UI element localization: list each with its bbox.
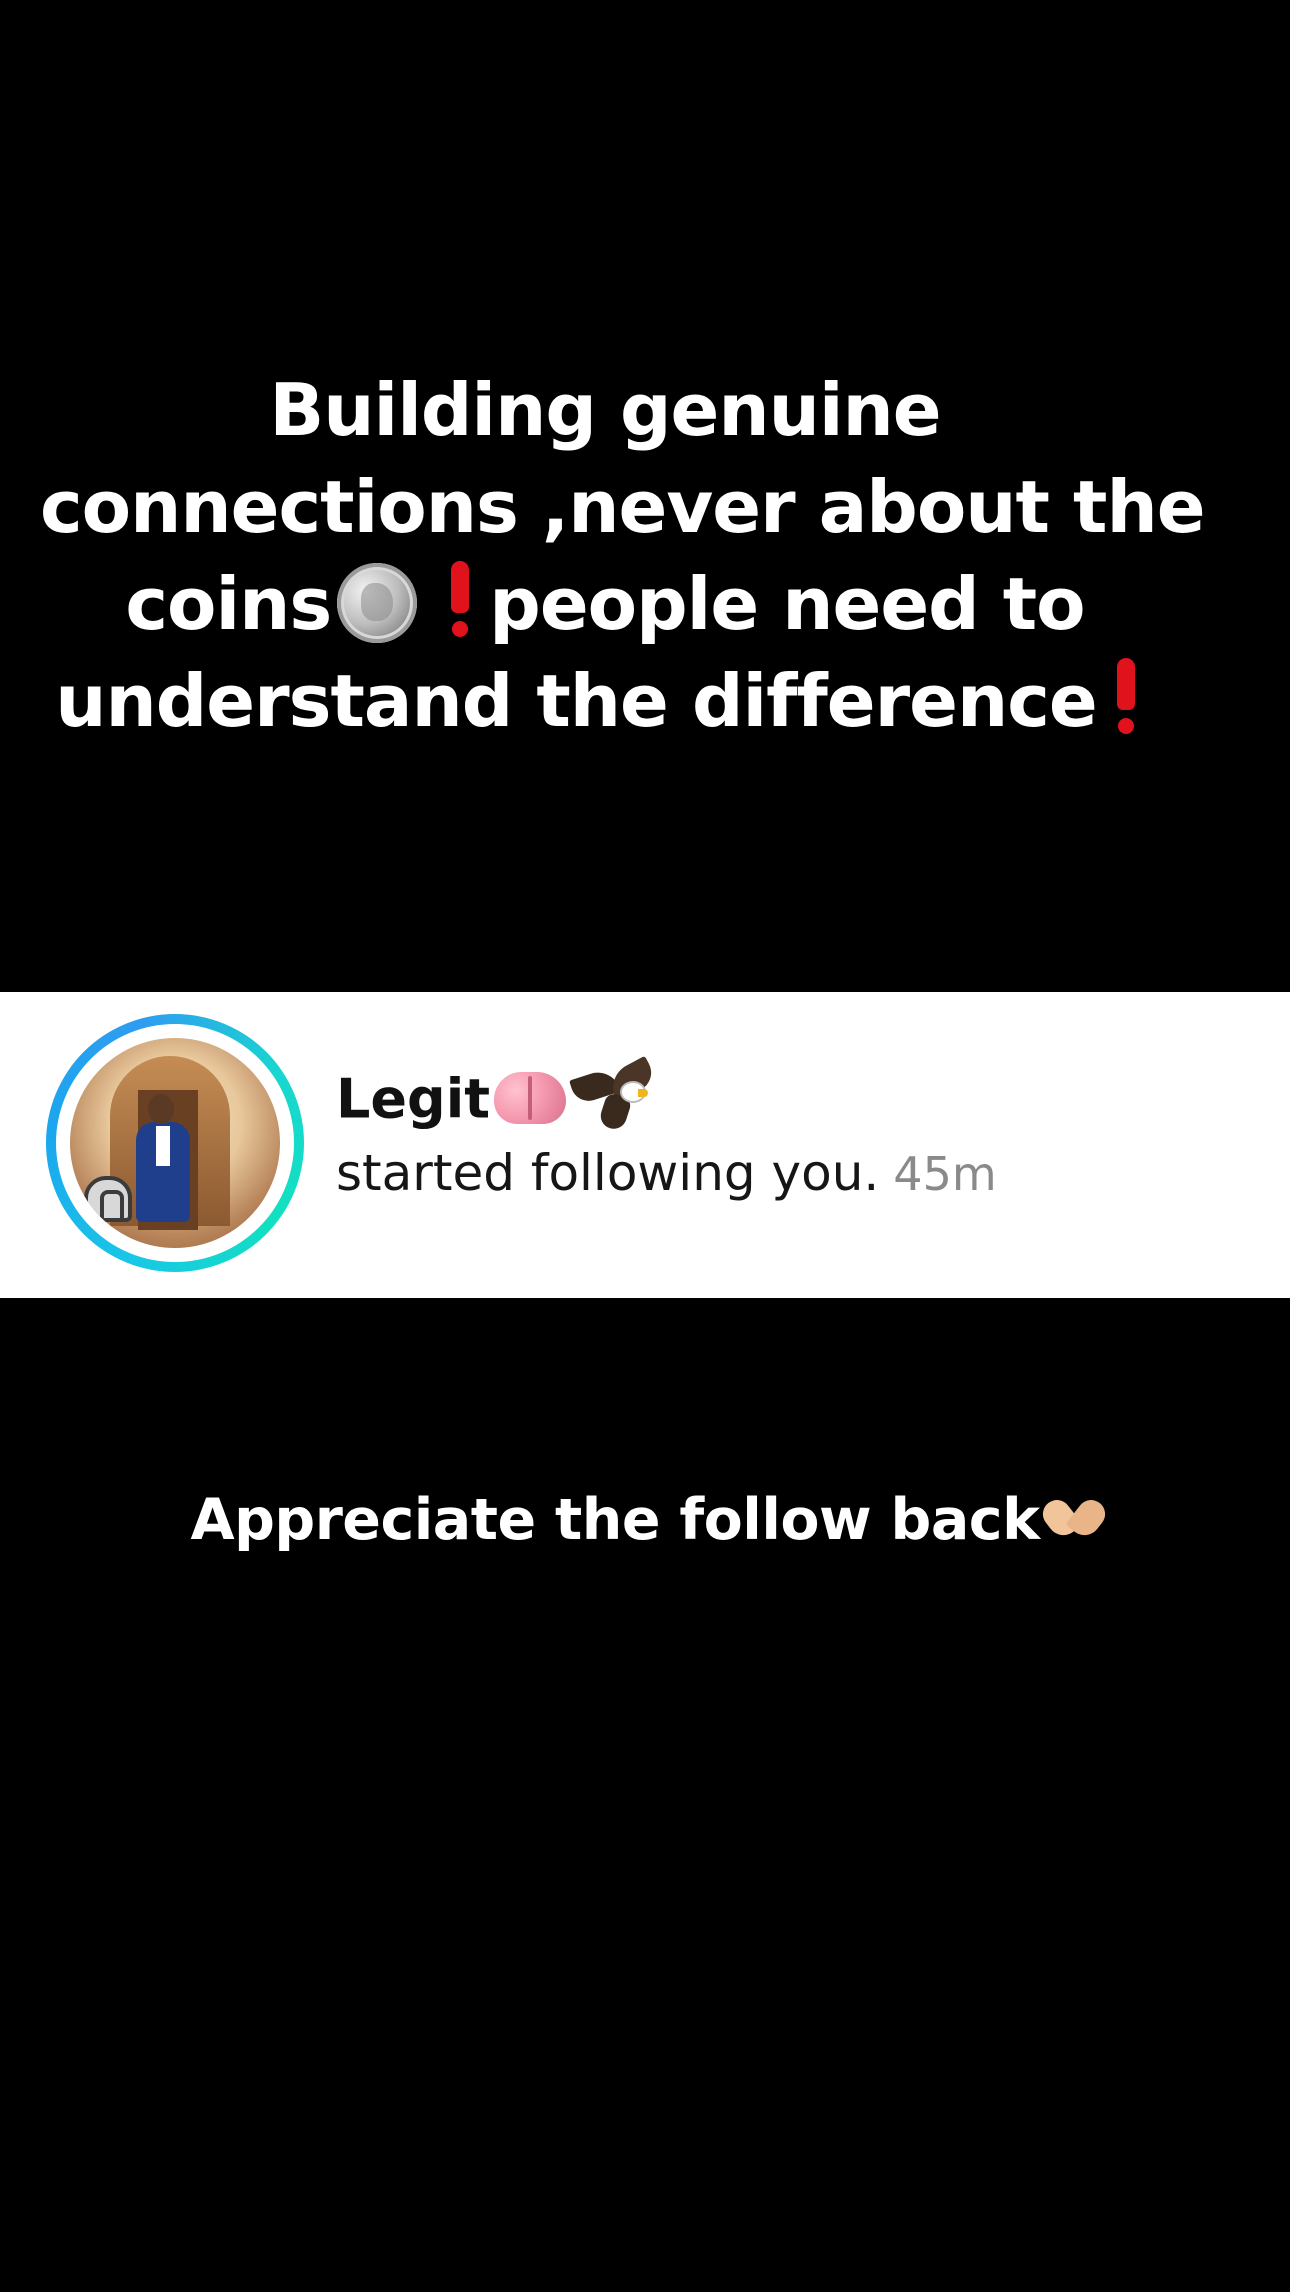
headline-line-2: connections ,never about the: [40, 465, 1206, 549]
headline-line-3-start: coins: [125, 562, 332, 646]
username-text[interactable]: Legit: [336, 1067, 490, 1130]
headline-line-3: coins people need to: [40, 556, 1170, 653]
red-exclamation-icon: [449, 561, 471, 639]
headline-line-3-end: people need to: [489, 562, 1085, 646]
avatar-photo-shirt: [156, 1126, 170, 1166]
avatar-story-ring[interactable]: [46, 1014, 304, 1272]
red-exclamation-icon: [1115, 658, 1137, 736]
overlay-caption: Appreciate the follow back: [0, 1478, 1290, 1562]
headline-line-1: Building genuine: [269, 368, 941, 452]
overlay-headline: Building genuine connections ,never abou…: [40, 362, 1206, 750]
notification-action-text: started following you.: [336, 1144, 880, 1202]
silver-coin-icon: [337, 563, 418, 643]
brain-icon: [492, 1068, 568, 1130]
headline-line-4: understand the difference: [40, 653, 1170, 750]
avatar-photo-head: [148, 1094, 174, 1124]
notification-timestamp: 45m: [893, 1147, 997, 1201]
eagle-icon: [569, 1056, 658, 1135]
avatar[interactable]: [70, 1038, 280, 1248]
caption-text: Appreciate the follow back: [190, 1487, 1040, 1553]
heart-hands-icon: [1042, 1493, 1108, 1543]
headline-line-4-text: understand the difference: [55, 659, 1097, 743]
follow-notification-card[interactable]: Legit started following you. 45m: [0, 992, 1290, 1298]
avatar-logo-icon: [84, 1176, 132, 1222]
video-frame: Building genuine connections ,never abou…: [0, 0, 1290, 2292]
notification-action: started following you. 45m: [336, 1138, 997, 1208]
notification-username[interactable]: Legit: [336, 1056, 658, 1136]
